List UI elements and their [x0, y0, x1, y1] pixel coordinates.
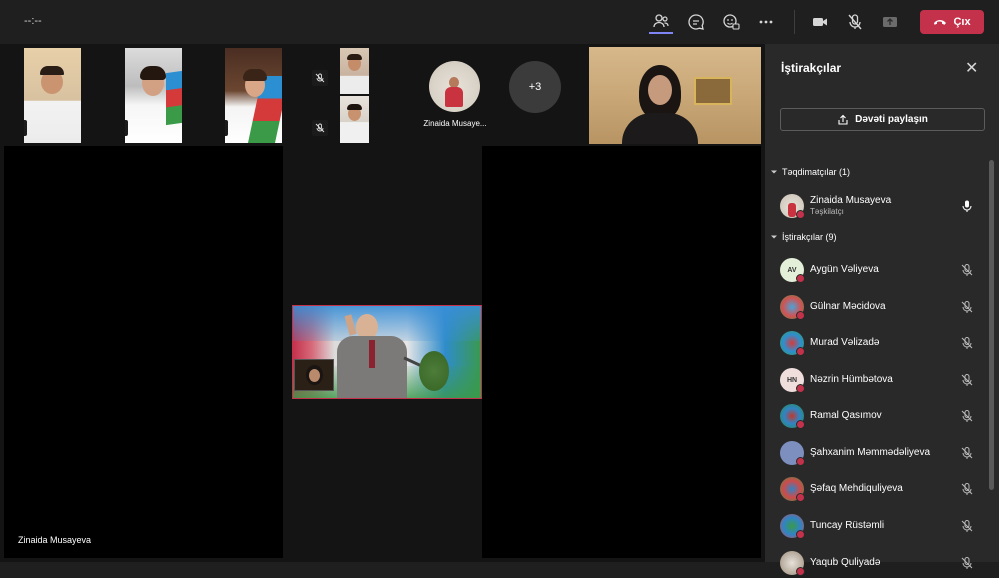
participants-panel: İştirakçılar ✕ Dəvəti paylaşın Təqdimatç… — [765, 44, 999, 576]
participant-role: Təşkilatçı — [810, 207, 844, 216]
participant-name: Şahxanim Məmmədəliyeva — [810, 447, 931, 458]
chevron-down-icon — [771, 235, 777, 239]
panel-scrollbar[interactable] — [989, 160, 994, 490]
more-options-icon[interactable] — [754, 10, 778, 34]
status-badge — [796, 420, 805, 429]
participant-video-tile[interactable] — [340, 48, 369, 94]
muted-mic-icon — [312, 120, 328, 136]
participant-video-tile[interactable] — [340, 96, 369, 143]
status-badge — [796, 274, 805, 283]
muted-mic-icon — [961, 520, 973, 532]
leave-button[interactable]: Çıx — [920, 10, 984, 34]
more-participants-count: +3 — [528, 81, 542, 93]
muted-mic-icon — [961, 264, 973, 276]
status-badge — [796, 530, 805, 539]
attendee-row[interactable]: Tuncay Rüstəmli — [780, 511, 990, 541]
avatar-initials: AV — [787, 266, 797, 274]
attendee-row[interactable]: HN Nəzrin Hümbətova — [780, 365, 990, 395]
presenters-section-header[interactable]: Təqdimatçılar (1) — [770, 167, 850, 177]
participant-avatar[interactable] — [429, 61, 480, 112]
participant-name: Aygün Vəliyeva — [810, 264, 879, 275]
stage-video-tile[interactable]: Zinaida Musayeva — [4, 146, 283, 558]
attendee-row[interactable]: Yaqub Quliyadə — [780, 548, 990, 578]
attendee-row[interactable]: Gülnar Məcidova — [780, 292, 990, 322]
participant-name: Tuncay Rüstəmli — [810, 520, 885, 531]
presenters-header-label: Təqdimatçılar (1) — [782, 167, 851, 177]
reactions-icon[interactable] — [719, 10, 743, 34]
attendees-section-header[interactable]: İştirakçılar (9) — [770, 232, 837, 242]
participant-name: Nəzrin Hümbətova — [810, 374, 893, 385]
participant-name: Ramal Qasımov — [810, 410, 882, 421]
video-gallery-strip: Zinaida Musaye... +3 — [0, 44, 765, 146]
attendees-header-label: İştirakçılar (9) — [782, 232, 837, 242]
share-icon — [838, 114, 848, 125]
share-invite-button[interactable]: Dəvəti paylaşın — [780, 108, 985, 131]
participant-video-tile[interactable] — [24, 48, 81, 143]
chevron-down-icon — [771, 170, 777, 174]
muted-mic-icon — [961, 410, 973, 422]
status-badge — [796, 384, 805, 393]
muted-mic-icon — [24, 120, 27, 136]
share-invite-label: Dəvəti paylaşın — [855, 114, 928, 125]
panel-title: İştirakçılar — [781, 61, 842, 75]
stage-video-tile-empty[interactable] — [482, 146, 761, 558]
participant-name: Murad Vəlizadə — [810, 337, 880, 348]
attendee-row[interactable]: Murad Vəlizadə — [780, 328, 990, 358]
attendee-row[interactable]: AV Aygün Vəliyeva — [780, 255, 990, 285]
muted-mic-icon — [961, 447, 973, 459]
participant-name: Şəfaq Mehdiquliyeva — [810, 483, 903, 494]
status-badge — [796, 567, 805, 576]
participant-tile-name: Zinaida Musaye... — [423, 119, 487, 128]
status-badge — [796, 210, 805, 219]
meeting-toolbar: --:-- Çıx — [0, 0, 999, 44]
muted-mic-icon — [312, 70, 328, 86]
stage-tile-name: Zinaida Musayeva — [18, 535, 92, 545]
status-badge — [796, 347, 805, 356]
close-icon[interactable]: ✕ — [965, 58, 978, 78]
camera-icon[interactable] — [808, 10, 832, 34]
status-badge — [796, 493, 805, 502]
presenter-row[interactable]: Zinaida Musayeva Təşkilatçı — [780, 191, 990, 221]
meeting-timer: --:-- — [24, 15, 42, 27]
microphone-muted-icon[interactable] — [843, 10, 867, 34]
muted-mic-icon — [125, 120, 128, 136]
participants-icon[interactable] — [649, 10, 673, 34]
status-badge — [796, 311, 805, 320]
attendee-row[interactable]: Ramal Qasımov — [780, 401, 990, 431]
participant-name: Gülnar Məcidova — [810, 301, 886, 312]
avatar-initials: HN — [786, 376, 798, 384]
muted-mic-icon — [961, 374, 973, 386]
chat-icon[interactable] — [684, 10, 708, 34]
leave-button-label: Çıx — [953, 16, 971, 28]
phone-hangup-icon — [934, 20, 947, 25]
participant-name: Yaqub Quliyadə — [810, 557, 881, 568]
more-participants-button[interactable]: +3 — [509, 61, 561, 113]
muted-mic-icon — [961, 301, 973, 313]
microphone-icon — [962, 200, 972, 212]
muted-mic-icon — [225, 120, 228, 136]
participant-name: Zinaida Musayeva — [810, 195, 892, 206]
muted-mic-icon — [961, 483, 973, 495]
status-badge — [796, 457, 805, 466]
toolbar-divider — [794, 10, 795, 34]
attendee-row[interactable]: Şahxanim Məmmədəliyeva — [780, 438, 990, 468]
participant-video-tile[interactable] — [225, 48, 282, 143]
shared-screen-preview[interactable] — [292, 305, 482, 399]
share-screen-icon[interactable] — [878, 10, 902, 34]
participant-video-tile[interactable] — [125, 48, 182, 143]
muted-mic-icon — [961, 337, 973, 349]
organizer-video-tile[interactable] — [589, 47, 761, 144]
muted-mic-icon — [961, 557, 973, 569]
attendee-row[interactable]: Şəfaq Mehdiquliyeva — [780, 474, 990, 504]
self-view-thumbnail[interactable] — [294, 359, 334, 391]
